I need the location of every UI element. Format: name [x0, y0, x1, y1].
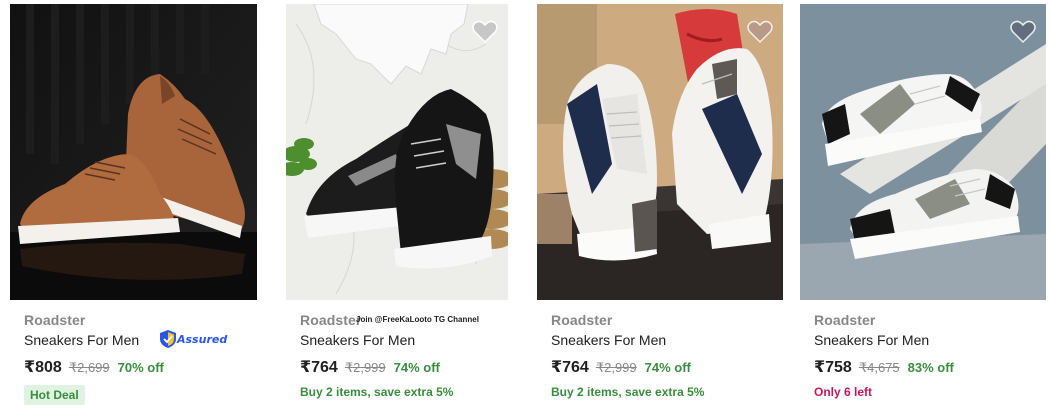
brand-name: Roadster [300, 312, 362, 328]
product-card[interactable]: Roadster Join @FreeKaLooto TG Channel Sn… [286, 0, 508, 405]
price-row: ₹758 ₹4,675 83% off [814, 357, 954, 377]
product-title[interactable]: Sneakers For Men [551, 332, 666, 348]
product-card[interactable]: Roadster Sneakers For Men ₹764 ₹2,999 74… [537, 0, 783, 405]
brown-leather-sneakers-image [10, 4, 257, 300]
selling-price: ₹764 [551, 359, 589, 376]
wishlist-button[interactable] [747, 20, 773, 44]
discount-percent: 74% off [393, 360, 440, 375]
stock-note: Only 6 left [814, 385, 873, 399]
heart-icon [747, 20, 773, 44]
brand-name: Roadster [24, 312, 86, 328]
product-grid: Roadster Sneakers For Men Assured ₹808 ₹… [0, 0, 1053, 405]
price-row: ₹764 ₹2,999 74% off [300, 357, 440, 377]
wishlist-button[interactable] [1010, 20, 1036, 44]
product-image[interactable] [800, 4, 1046, 300]
hot-deal-badge: Hot Deal [24, 385, 85, 405]
white-navy-sneakers-image [537, 4, 783, 300]
original-price: ₹2,699 [68, 360, 110, 375]
assured-badge: Assured [160, 330, 227, 348]
product-title[interactable]: Sneakers For Men [814, 332, 929, 348]
offer-text: Buy 2 items, save extra 5% [551, 385, 705, 399]
assured-shield-icon [160, 330, 176, 348]
selling-price: ₹764 [300, 359, 338, 376]
white-black-grey-sneakers-image [800, 4, 1046, 300]
heart-icon [472, 20, 498, 44]
promo-text: Join @FreeKaLooto TG Channel [356, 315, 479, 324]
brand-name: Roadster [814, 312, 876, 328]
offer-text: Buy 2 items, save extra 5% [300, 385, 454, 399]
product-image[interactable] [286, 4, 508, 300]
original-price: ₹4,675 [858, 360, 900, 375]
product-image[interactable] [10, 4, 257, 300]
price-row: ₹764 ₹2,999 74% off [551, 357, 691, 377]
product-image[interactable] [537, 4, 783, 300]
black-sneakers-image [286, 4, 508, 300]
original-price: ₹2,999 [344, 360, 386, 375]
selling-price: ₹808 [24, 359, 62, 376]
selling-price: ₹758 [814, 359, 852, 376]
discount-percent: 74% off [644, 360, 691, 375]
product-card[interactable]: Roadster Sneakers For Men Assured ₹808 ₹… [10, 0, 257, 405]
heart-icon [1010, 20, 1036, 44]
wishlist-button[interactable] [472, 20, 498, 44]
discount-percent: 70% off [117, 360, 164, 375]
discount-percent: 83% off [907, 360, 954, 375]
assured-label: Assured [177, 332, 228, 346]
product-title[interactable]: Sneakers For Men [300, 332, 415, 348]
product-title[interactable]: Sneakers For Men [24, 332, 139, 348]
product-card[interactable]: Roadster Sneakers For Men ₹758 ₹4,675 83… [800, 0, 1046, 405]
price-row: ₹808 ₹2,699 70% off [24, 357, 164, 377]
brand-name: Roadster [551, 312, 613, 328]
original-price: ₹2,999 [595, 360, 637, 375]
